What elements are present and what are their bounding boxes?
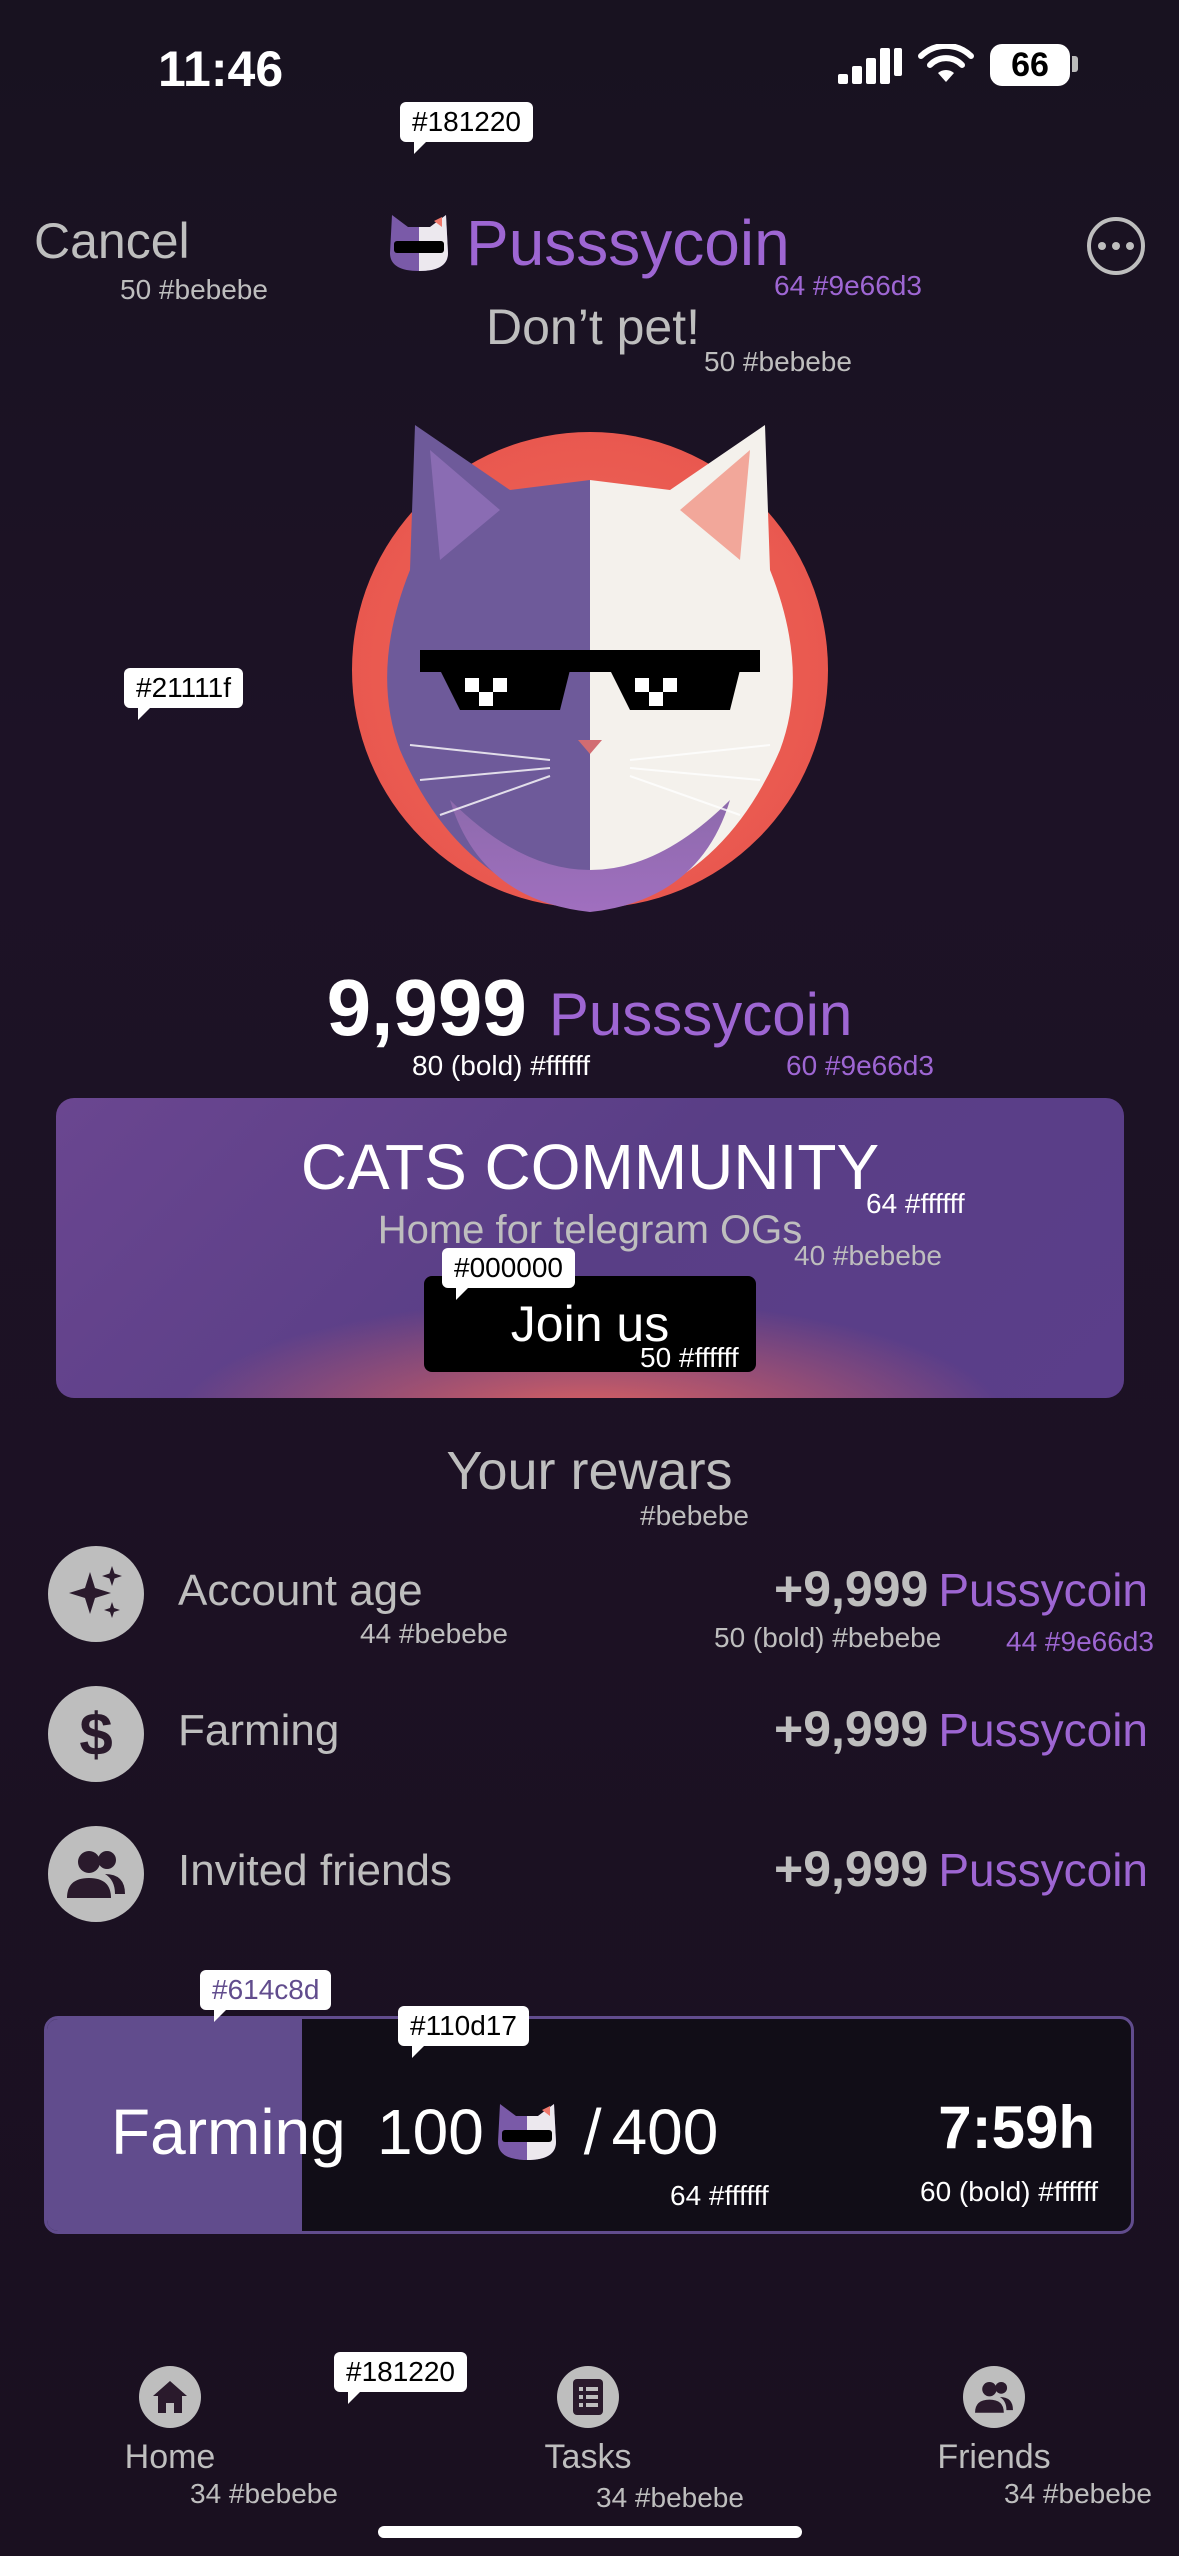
cat-logo-icon [390, 215, 448, 271]
nav-tasks[interactable]: Tasks [488, 2366, 688, 2477]
dollar-icon: $ [48, 1686, 144, 1782]
home-indicator[interactable] [378, 2526, 802, 2538]
reward-label: Invited friends [178, 1846, 452, 1895]
annotation-cancel: 50 #bebebe [120, 274, 268, 305]
cat-logo-icon [497, 2104, 556, 2160]
reward-amount: +9,999 [774, 1561, 929, 1617]
tasks-icon [557, 2366, 619, 2428]
annotation-nav-home: 34 #bebebe [190, 2478, 338, 2509]
sparkles-icon [48, 1546, 144, 1642]
annotation-farm-fill: #614c8d [200, 1970, 332, 2022]
farming-total: 400 [611, 2096, 719, 2168]
annotation-nav-tasks: 34 #bebebe [596, 2482, 744, 2513]
reward-label: Farming [178, 1706, 340, 1755]
more-dot-icon [1098, 242, 1106, 250]
annotation-farm-text: 64 #ffffff [670, 2180, 769, 2211]
annotation-subtitle: 50 #bebebe [704, 346, 852, 377]
friends-icon [963, 2366, 1025, 2428]
nav-friends[interactable]: Friends [894, 2366, 1094, 2477]
app-title-text: Pusssycoin [466, 207, 790, 279]
reward-value: +9,999 Pussycoin [774, 1840, 1148, 1898]
reward-unit: Pussycoin [938, 1704, 1148, 1756]
reward-row-invited-friends: Invited friends +9,999 Pussycoin [48, 1826, 1148, 1926]
more-dot-icon [1112, 242, 1120, 250]
wifi-icon [918, 44, 974, 82]
annotation-reward-unit: 44 #9e66d3 [1006, 1626, 1154, 1657]
balance-amount: 9,999 [326, 963, 527, 1052]
annotation-community-sub: 40 #bebebe [794, 1240, 942, 1271]
reward-value: +9,999 Pussycoin [774, 1560, 1148, 1618]
status-time: 11:46 [158, 41, 284, 97]
more-dot-icon [1126, 242, 1134, 250]
annotation-reward-amount: 50 (bold) #bebebe [714, 1622, 942, 1653]
app-title: Pusssycoin [386, 206, 790, 280]
nav-home[interactable]: Home [70, 2366, 270, 2477]
reward-row-farming: $ Farming +9,999 Pussycoin [48, 1686, 1148, 1786]
nav-home-label: Home [124, 2438, 216, 2476]
annotation-farm-bg: #110d17 [398, 2006, 529, 2058]
reward-amount: +9,999 [774, 1701, 929, 1757]
farming-progress-count: 100 / 400 [377, 2095, 718, 2169]
battery-cap [1072, 56, 1078, 72]
nav-friends-label: Friends [937, 2438, 1051, 2476]
nav-tasks-label: Tasks [544, 2438, 632, 2476]
rewards-title: Your rewars [446, 1441, 733, 1501]
battery-indicator: 66 [990, 44, 1070, 86]
reward-label: Account age [178, 1566, 423, 1615]
home-icon [139, 2366, 201, 2428]
annotation-balance: 80 (bold) #ffffff [412, 1050, 591, 1081]
farming-time-left: 7:59h [938, 2094, 1095, 2161]
annotation-nav-friends: 34 #bebebe [1004, 2478, 1152, 2509]
cat-mascot-image [352, 425, 828, 912]
balance-unit: Pusssycoin [548, 981, 853, 1048]
annotation-reward-label: 44 #bebebe [360, 1618, 508, 1649]
more-options-button[interactable] [1087, 217, 1145, 275]
reward-value: +9,999 Pussycoin [774, 1700, 1148, 1758]
annotation-balance-unit: 60 #9e66d3 [786, 1050, 934, 1081]
annotation-nav-bg: #181220 [334, 2352, 468, 2404]
cellular-signal-icon [838, 48, 902, 84]
reward-unit: Pussycoin [938, 1564, 1148, 1616]
annotation-title: 64 #9e66d3 [774, 270, 922, 301]
reward-amount: +9,999 [774, 1841, 929, 1897]
reward-unit: Pussycoin [938, 1844, 1148, 1896]
annotation-bg-top: #181220 [400, 102, 534, 154]
annotation-community-title: 64 #ffffff [866, 1188, 965, 1219]
reward-row-account-age: Account age +9,999 Pussycoin [48, 1546, 1148, 1646]
community-card: CATS COMMUNITY Home for telegram OGs Joi… [56, 1098, 1124, 1398]
page-subtitle: Don’t pet! [486, 299, 701, 355]
annotation-rewards-title: #bebebe [640, 1500, 750, 1531]
farming-current: 100 [377, 2096, 484, 2168]
annotation-join-bg: #000000 [442, 1248, 576, 1300]
annotation-farm-time: 60 (bold) #ffffff [920, 2176, 1099, 2207]
farming-separator: / [583, 2096, 602, 2168]
balance-display: 9,999 Pusssycoin [0, 962, 1179, 1054]
annotation-join: 50 #ffffff [640, 1342, 739, 1373]
friends-icon [48, 1826, 144, 1922]
farming-label: Farming [111, 2096, 346, 2168]
annotation-bg-mid: #21111f [124, 668, 243, 720]
cancel-button[interactable]: Cancel [34, 212, 190, 270]
